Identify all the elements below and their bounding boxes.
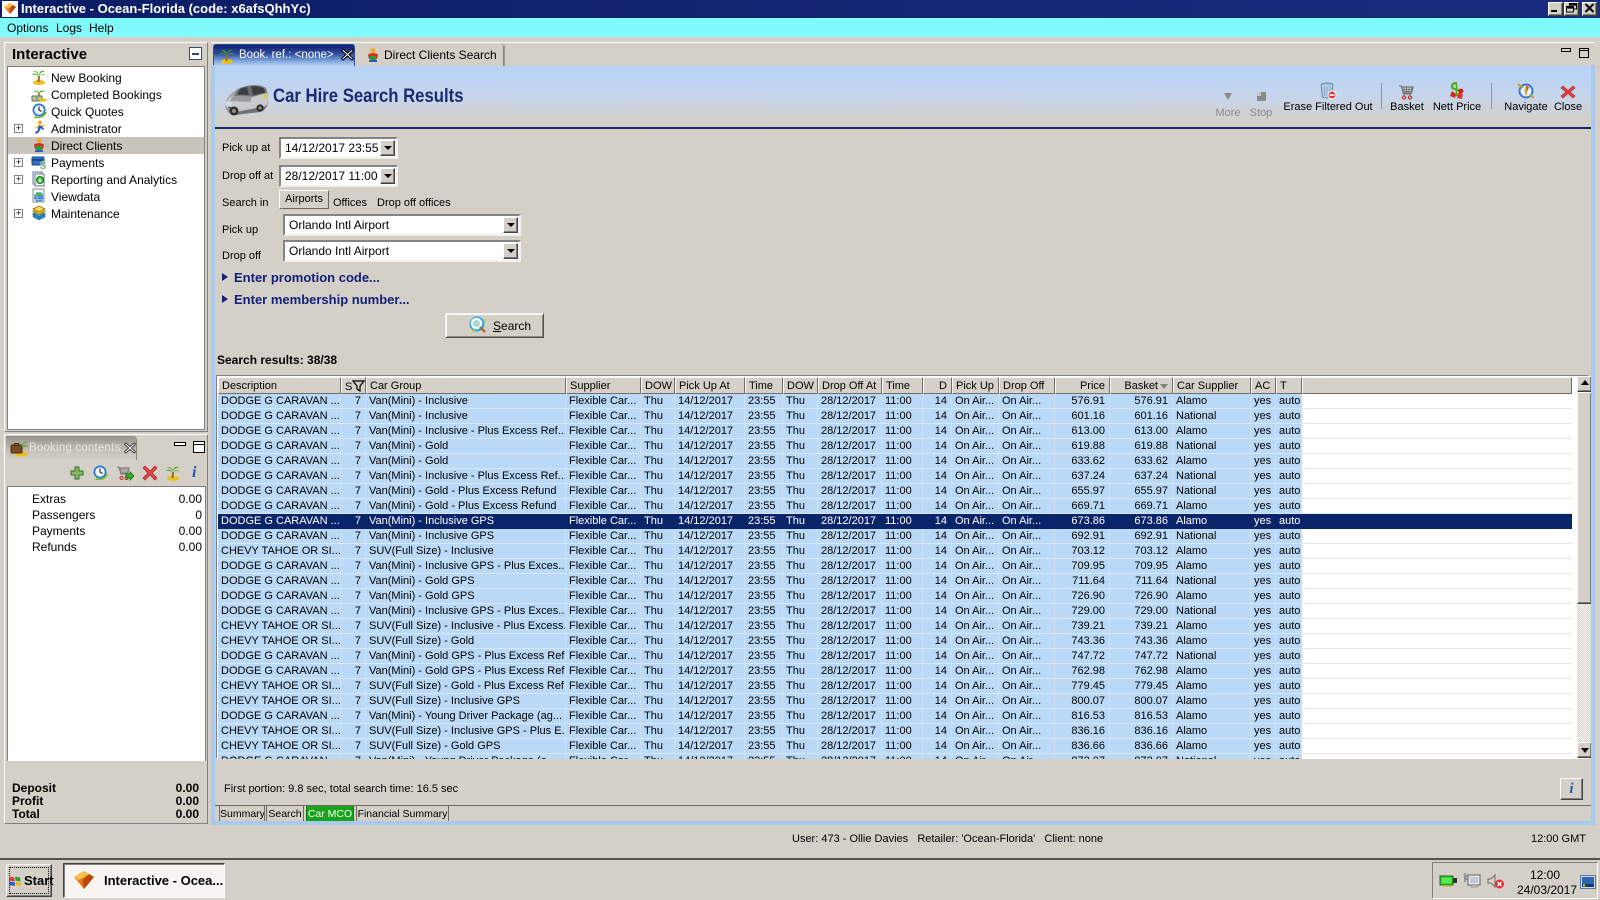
svg-text:$: $ [40, 160, 46, 170]
